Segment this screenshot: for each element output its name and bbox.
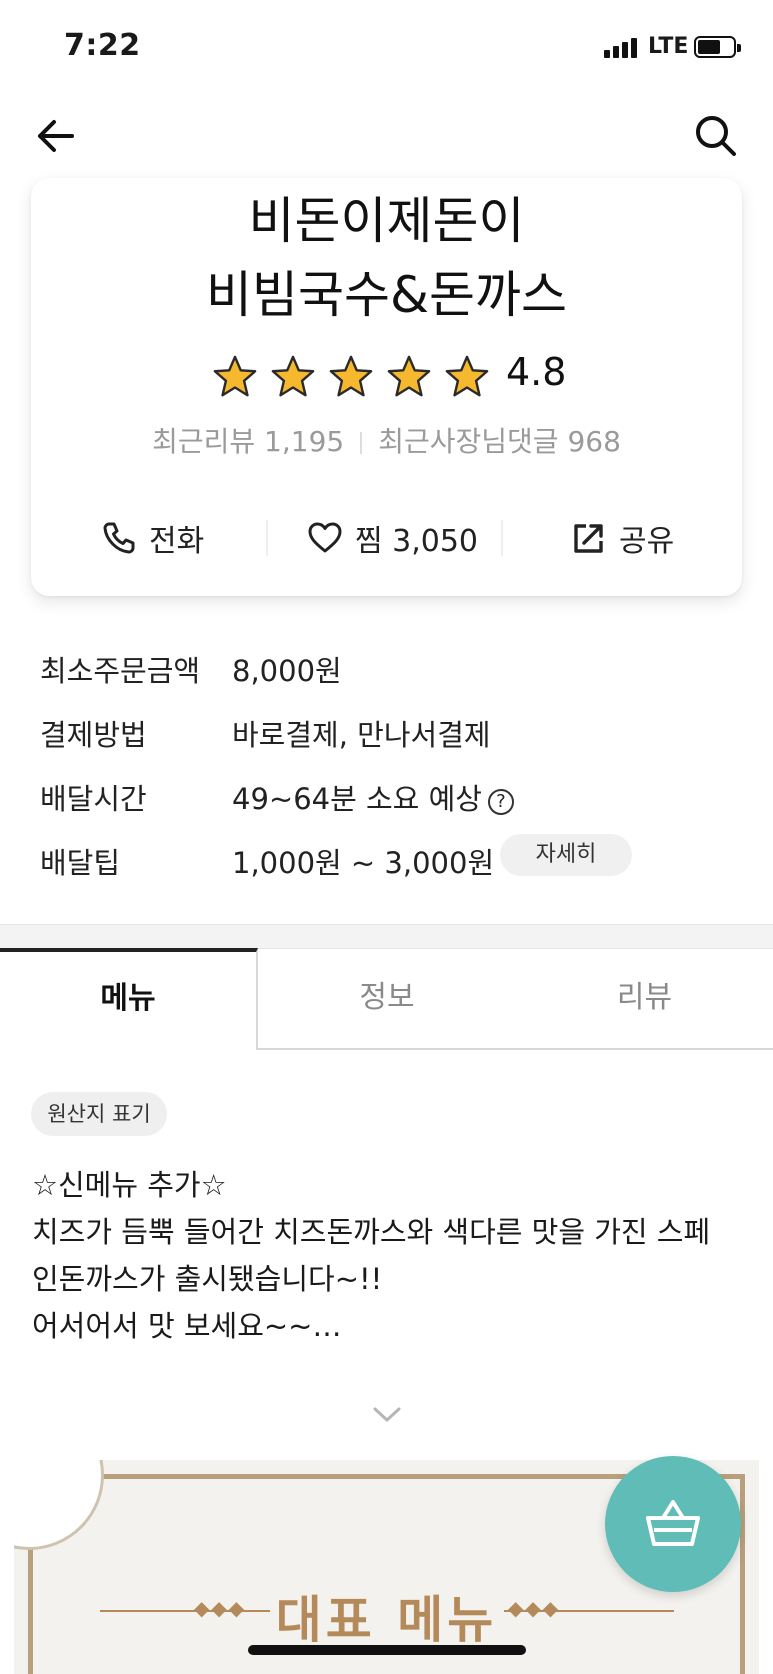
tab-menu[interactable]: 메뉴 <box>0 948 258 1050</box>
arrow-left-icon <box>38 120 74 152</box>
search-button[interactable] <box>692 112 740 160</box>
rating-score: 4.8 <box>506 350 567 394</box>
tab-top-border <box>258 948 773 949</box>
star-icon <box>329 355 373 397</box>
notice-line: 어서어서 맛 보세요~~… <box>32 1309 342 1343</box>
status-time: 7:22 <box>64 28 141 63</box>
rating-row: 4.8 <box>0 348 773 404</box>
cart-button[interactable] <box>605 1456 741 1592</box>
recent-review-count[interactable]: 최근리뷰 1,195 <box>152 425 344 458</box>
payment-label: 결제방법 <box>40 718 147 752</box>
delivery-tip-detail-button[interactable]: 자세히 <box>500 834 632 876</box>
banner-title: 대표 메뉴 <box>275 1591 498 1649</box>
info-row-delivery-tip: 배달팁 1,000원 ~ 3,000원 자세히 <box>40 832 740 882</box>
share-button[interactable]: 공유 <box>571 510 674 566</box>
min-order-label: 최소주문금액 <box>40 654 201 688</box>
share-icon <box>574 524 603 553</box>
heart-icon <box>308 522 342 553</box>
tab-bar: 메뉴 정보 리뷰 <box>0 948 773 1050</box>
battery-icon <box>694 36 741 58</box>
info-row-min-order: 최소주문금액 8,000원 <box>40 640 740 690</box>
section-divider <box>0 924 773 948</box>
home-indicator <box>248 1645 526 1655</box>
delivery-tip-value: 1,000원 ~ 3,000원 <box>232 846 495 880</box>
star-icon <box>271 355 315 397</box>
network-type: LTE <box>648 34 689 59</box>
delivery-tip-label: 배달팁 <box>40 846 121 880</box>
store-name-line1: 비돈이제돈이 <box>248 192 525 250</box>
min-order-value: 8,000원 <box>232 654 342 688</box>
action-divider <box>266 520 268 556</box>
delivery-time-value-wrap: 49~64분 소요 예상? <box>232 776 514 818</box>
tab-review[interactable]: 리뷰 <box>516 948 773 1050</box>
delivery-time-value: 49~64분 소요 예상 <box>232 782 482 816</box>
stats-divider <box>360 432 363 454</box>
owner-reply-count[interactable]: 최근사장님댓글 968 <box>378 425 621 458</box>
action-divider <box>501 520 503 556</box>
store-notice: ☆신메뉴 추가☆ 치즈가 듬뿍 들어간 치즈돈까스와 색다른 맛을 가진 스페 … <box>32 1162 752 1350</box>
info-row-delivery-time: 배달시간 49~64분 소요 예상? <box>40 768 740 818</box>
store-name-line2: 비빔국수&돈까스 <box>206 266 567 324</box>
favorite-label: 찜 3,050 <box>355 524 479 559</box>
call-button[interactable]: 전화 <box>101 510 204 566</box>
call-label: 전화 <box>149 524 205 559</box>
shopping-basket-icon <box>646 1500 700 1546</box>
delivery-time-label: 배달시간 <box>40 782 147 816</box>
signal-icon <box>604 36 644 58</box>
origin-label-button[interactable]: 원산지 표기 <box>31 1092 167 1136</box>
payment-value: 바로결제, 만나서결제 <box>232 718 491 752</box>
star-icon <box>387 355 431 397</box>
chevron-down-icon <box>373 1407 401 1422</box>
tab-info[interactable]: 정보 <box>258 948 516 1050</box>
expand-notice-button[interactable] <box>369 1402 405 1426</box>
share-label: 공유 <box>619 524 675 559</box>
status-bar: 7:22 LTE <box>0 0 773 96</box>
notice-line: ☆신메뉴 추가☆ <box>32 1168 227 1202</box>
star-icon <box>213 355 257 397</box>
notice-line: 치즈가 듬뿍 들어간 치즈돈까스와 색다른 맛을 가진 스페 <box>32 1215 711 1249</box>
action-bar: 전화 찜 3,050 공유 <box>31 510 742 566</box>
phone-icon <box>103 522 135 554</box>
search-icon <box>696 116 736 156</box>
help-icon[interactable]: ? <box>487 789 514 815</box>
favorite-button[interactable]: 찜 3,050 <box>307 510 478 566</box>
back-button[interactable] <box>32 112 80 160</box>
star-icon <box>445 355 489 397</box>
tab-bottom-border <box>258 1048 773 1050</box>
info-row-payment: 결제방법 바로결제, 만나서결제 <box>40 704 740 754</box>
notice-line: 인돈까스가 출시됐습니다~!! <box>32 1262 383 1296</box>
review-stats: 최근리뷰 1,195 최근사장님댓글 968 <box>0 420 773 460</box>
store-name: 비돈이제돈이 비빔국수&돈까스 <box>31 184 742 332</box>
